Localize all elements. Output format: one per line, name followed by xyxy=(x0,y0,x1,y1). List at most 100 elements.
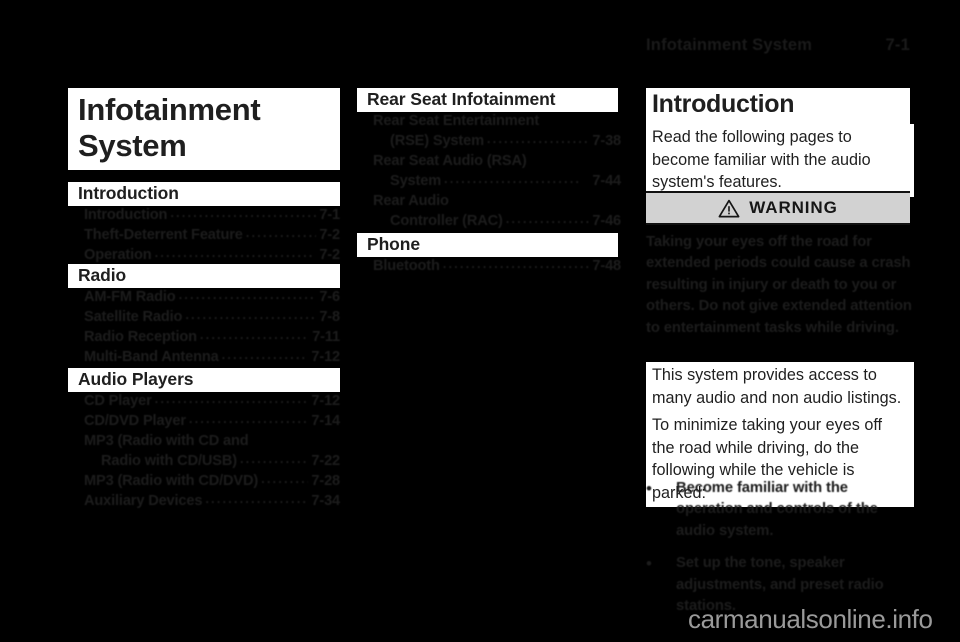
toc-entry-label: CD Player xyxy=(84,393,152,409)
toc-entry-label: Rear Seat Audio (RSA) xyxy=(373,153,527,169)
toc-entry-label: Satellite Radio xyxy=(84,309,183,325)
toc-entry-label: CD/DVD Player xyxy=(84,413,186,429)
toc-entry[interactable]: CD/DVD Player ..........................… xyxy=(84,411,340,431)
toc-entry[interactable]: Multi-Band Antenna .....................… xyxy=(84,347,340,367)
header-title: Infotainment System xyxy=(646,36,813,54)
toc-entry-page: 7-12 xyxy=(311,393,340,409)
watermark: carmanualsonline.info xyxy=(688,604,933,634)
chapter-title-line-2: System xyxy=(78,127,187,163)
toc-leader-dots: ............................ xyxy=(170,205,317,220)
toc-entry-page: 7-46 xyxy=(592,213,621,229)
toc-entry-label: Radio Reception xyxy=(84,329,197,345)
toc-entry[interactable]: Satellite Radio ........................… xyxy=(84,307,340,327)
toc-entry-page: 7-48 xyxy=(592,258,621,274)
bullet-icon: • xyxy=(646,479,652,498)
toc-entry[interactable]: Bluetooth ............................ 7… xyxy=(373,256,621,276)
toc-entry-page: 7-6 xyxy=(319,289,340,305)
toc-entry-page: 7-22 xyxy=(311,453,340,469)
toc-entry[interactable]: Auxiliary Devices ......................… xyxy=(84,491,340,511)
toc-leader-dots: ............................ xyxy=(239,451,309,466)
toc-entry-wrap[interactable]: Rear Seat Entertainment xyxy=(373,111,621,131)
toc-entry-page: 7-2 xyxy=(319,227,340,243)
toc-entry-label: (RSE) System xyxy=(390,133,484,149)
toc-entry-wrap[interactable]: Rear Audio xyxy=(373,191,621,211)
chapter-title-line-1: Infotainment xyxy=(78,92,261,127)
toc-entry[interactable]: Theft-Deterrent Feature ................… xyxy=(84,225,340,245)
toc-group-heading-rear-seat-infotainment: Rear Seat Infotainment xyxy=(357,88,618,113)
toc-leader-dots: ........................ xyxy=(444,171,582,186)
toc-leader-dots: ............................ xyxy=(261,471,308,486)
toc-entry-wrap[interactable]: MP3 (Radio with CD and xyxy=(84,431,340,451)
toc-entry[interactable]: Radio with CD/USB) .....................… xyxy=(84,451,340,471)
toc-entry-page: 7-12 xyxy=(311,349,340,365)
toc-entry-page: 7-11 xyxy=(312,329,340,345)
toc-entry[interactable]: Operation ............................ 7… xyxy=(84,245,340,265)
toc-entry-label: Introduction xyxy=(84,207,168,223)
toc-entry-label: AM-FM Radio xyxy=(84,289,176,305)
toc-leader-dots: ........................ xyxy=(505,211,590,226)
toc-entry-wrap[interactable]: Rear Seat Audio (RSA) xyxy=(373,151,621,171)
toc-entries-phone: Bluetooth ............................ 7… xyxy=(373,256,621,276)
toc-entry-page: 7-34 xyxy=(311,493,340,509)
toc-heading-label: Audio Players xyxy=(78,369,194,389)
toc-leader-dots: ............................ xyxy=(178,287,317,302)
toc-entry-page: 7-28 xyxy=(311,473,340,489)
toc-entries-rear-seat-infotainment: Rear Seat Entertainment (RSE) System ...… xyxy=(373,111,621,231)
toc-entry-label: Auxiliary Devices xyxy=(84,493,203,509)
toc-entry[interactable]: MP3 (Radio with CD/DVD) ................… xyxy=(84,471,340,491)
toc-entry-label: MP3 (Radio with CD and xyxy=(84,433,249,449)
list-item: • Become familiar with the operation and… xyxy=(646,478,914,542)
toc-entry[interactable]: CD Player ............................ 7… xyxy=(84,391,340,411)
toc-entry-label: Multi-Band Antenna xyxy=(84,349,219,365)
toc-heading-label: Rear Seat Infotainment xyxy=(367,89,556,109)
toc-heading-label: Introduction xyxy=(78,183,179,203)
toc-entry[interactable]: AM-FM Radio ............................… xyxy=(84,287,340,307)
toc-entry-label: Controller (RAC) xyxy=(390,213,503,229)
intro-paragraph-2-text: This system provides access to many audi… xyxy=(652,366,902,407)
toc-entry[interactable]: (RSE) System ........................ 7-… xyxy=(373,131,621,151)
toc-entry[interactable]: System ........................ 7-44 xyxy=(373,171,621,191)
warning-triangle-icon xyxy=(718,199,740,218)
section-heading-label: Introduction xyxy=(652,90,795,118)
warning-label: WARNING xyxy=(749,198,838,217)
toc-entry-label: Rear Audio xyxy=(373,193,449,209)
toc-leader-dots: ............................ xyxy=(205,491,309,506)
toc-leader-dots: ............................ xyxy=(154,245,315,260)
warning-banner: WARNING xyxy=(646,191,910,225)
page-header: Infotainment System 7-1 xyxy=(646,36,910,55)
list-item-text: Become familiar with the operation and c… xyxy=(676,480,878,539)
intro-paragraph-2: This system provides access to many audi… xyxy=(646,362,914,412)
toc-entry-label: Rear Seat Entertainment xyxy=(373,113,540,129)
toc-entry-label: Operation xyxy=(84,247,152,263)
intro-paragraph: Read the following pages to become famil… xyxy=(646,124,914,197)
toc-entry-label: Bluetooth xyxy=(373,258,440,274)
toc-entries-radio: AM-FM Radio ............................… xyxy=(84,287,340,367)
toc-entry-page: 7-2 xyxy=(319,247,340,263)
toc-leader-dots: ............................ xyxy=(245,225,317,240)
toc-entry-label: Theft-Deterrent Feature xyxy=(84,227,243,243)
toc-entry-page: 7-14 xyxy=(311,413,340,429)
toc-entry-page: 7-44 xyxy=(592,173,621,189)
toc-entry-label: System xyxy=(390,173,442,189)
toc-leader-dots: ............................ xyxy=(154,391,309,406)
toc-heading-label: Radio xyxy=(78,265,127,285)
toc-entry-label: Radio with CD/USB) xyxy=(101,453,237,469)
toc-entries-introduction: Introduction ...........................… xyxy=(84,205,340,265)
intro-paragraph-text: Read the following pages to become famil… xyxy=(652,128,871,191)
warning-text-body: Taking your eyes off the road for extend… xyxy=(646,234,912,336)
toc-entry-page: 7-38 xyxy=(592,133,621,149)
section-heading-introduction: Introduction xyxy=(646,88,910,124)
manual-page: Infotainment System 7-1 Infotainment Sys… xyxy=(0,0,960,642)
toc-entry-page: 7-8 xyxy=(319,309,340,325)
toc-leader-dots: ............................ xyxy=(221,347,309,362)
toc-entry-label: MP3 (Radio with CD/DVD) xyxy=(84,473,259,489)
toc-entry-page: 7-1 xyxy=(319,207,340,223)
toc-leader-dots: ............................ xyxy=(185,307,317,322)
toc-entry[interactable]: Controller (RAC) .......................… xyxy=(373,211,621,231)
toc-entry[interactable]: Introduction ...........................… xyxy=(84,205,340,225)
toc-entries-audio-players: CD Player ............................ 7… xyxy=(84,391,340,511)
bullet-icon: • xyxy=(646,554,652,574)
toc-entry[interactable]: Radio Reception ........................… xyxy=(84,327,340,347)
toc-leader-dots: ............................ xyxy=(188,411,309,426)
toc-leader-dots: ........................ xyxy=(486,131,590,146)
